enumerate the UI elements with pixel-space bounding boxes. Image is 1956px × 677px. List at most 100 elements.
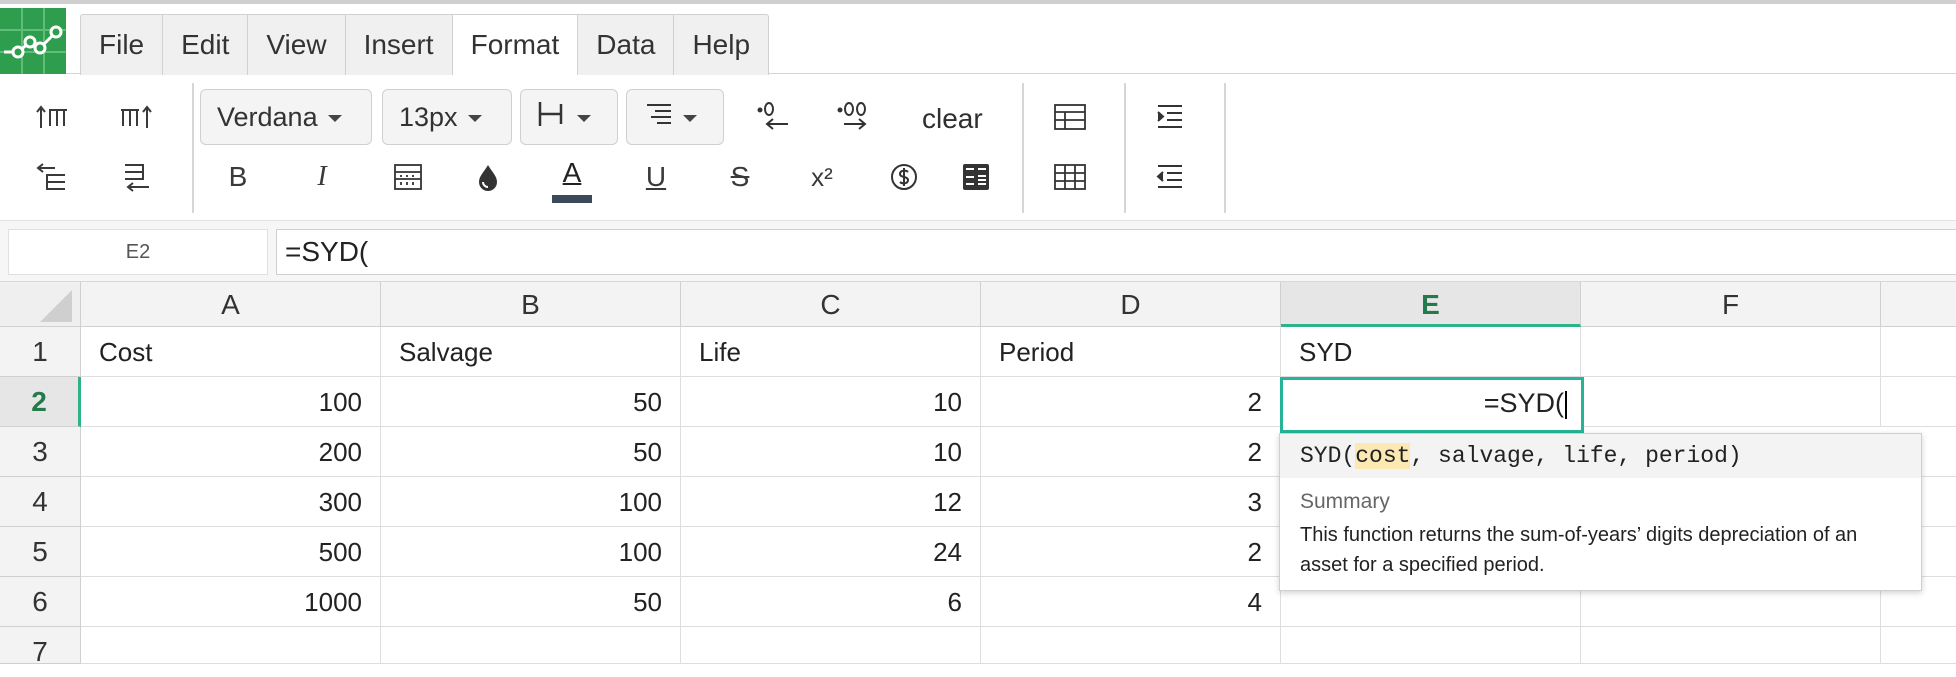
- clear-format-button[interactable]: clear: [922, 97, 983, 141]
- current-argument: cost: [1355, 443, 1411, 469]
- column-header-g[interactable]: [1881, 282, 1956, 327]
- cell-b4[interactable]: 100: [381, 477, 681, 527]
- indent-decrease-icon[interactable]: [1148, 155, 1192, 199]
- toolbar-separator: [1022, 83, 1024, 213]
- cell-d5[interactable]: 2: [981, 527, 1281, 577]
- cell-f2[interactable]: [1581, 377, 1881, 427]
- formula-bar: E2 =SYD(: [0, 220, 1956, 282]
- active-cell-editor-e2[interactable]: =SYD(: [1280, 377, 1584, 433]
- merge-cells-icon[interactable]: [1048, 155, 1092, 199]
- cell-a7[interactable]: [81, 627, 381, 664]
- cell-f1[interactable]: [1581, 327, 1881, 377]
- cell-a3[interactable]: 200: [81, 427, 381, 477]
- text-color-button[interactable]: A: [550, 155, 594, 203]
- cell-c3[interactable]: 10: [681, 427, 981, 477]
- increase-decimal-icon[interactable]: [834, 95, 878, 139]
- text-cursor: [1565, 390, 1567, 419]
- font-size-dropdown[interactable]: 13px: [382, 89, 512, 145]
- cell-c4[interactable]: 12: [681, 477, 981, 527]
- select-all-corner[interactable]: [0, 282, 81, 327]
- cell-d3[interactable]: 2: [981, 427, 1281, 477]
- cell-d6[interactable]: 4: [981, 577, 1281, 627]
- column-header-c[interactable]: C: [681, 282, 981, 327]
- cell-c2[interactable]: 10: [681, 377, 981, 427]
- superscript-button[interactable]: x²: [800, 155, 844, 199]
- insert-row-below-icon[interactable]: [114, 155, 158, 199]
- summary-text: This function returns the sum-of-years’ …: [1300, 524, 1858, 576]
- calculator-icon[interactable]: [954, 155, 998, 199]
- cell-a4[interactable]: 300: [81, 477, 381, 527]
- cell-f7[interactable]: [1581, 627, 1881, 664]
- currency-format-icon[interactable]: [882, 155, 926, 199]
- cell-d1[interactable]: Period: [981, 327, 1281, 377]
- cell-c1[interactable]: Life: [681, 327, 981, 377]
- fill-pattern-icon[interactable]: [386, 155, 430, 199]
- function-signature: SYD(cost, salvage, life, period): [1280, 434, 1921, 478]
- cell-name-box[interactable]: E2: [8, 229, 268, 275]
- decrease-decimal-icon[interactable]: [752, 95, 796, 139]
- row-header-6[interactable]: 6: [0, 577, 81, 627]
- font-family-value: Verdana: [217, 101, 318, 132]
- row-header-7[interactable]: 7: [0, 627, 81, 667]
- cell-d7[interactable]: [981, 627, 1281, 664]
- menu-help[interactable]: Help: [674, 15, 768, 77]
- cell-e7[interactable]: [1281, 627, 1581, 664]
- cell-b7[interactable]: [381, 627, 681, 664]
- column-header-d[interactable]: D: [981, 282, 1281, 327]
- cell-c7[interactable]: [681, 627, 981, 664]
- borders-dropdown[interactable]: [520, 89, 618, 145]
- align-dropdown[interactable]: [626, 89, 724, 145]
- app-logo-icon: [0, 8, 66, 74]
- menu-tabs: File Edit View Insert Format Data Help: [80, 14, 770, 78]
- column-header-f[interactable]: F: [1581, 282, 1881, 327]
- insert-row-above-icon[interactable]: [30, 155, 74, 199]
- table-icon[interactable]: [1048, 95, 1092, 139]
- indent-increase-icon[interactable]: [1148, 95, 1192, 139]
- cell-a6[interactable]: 1000: [81, 577, 381, 627]
- fill-color-icon[interactable]: [466, 155, 510, 199]
- column-header-e[interactable]: E: [1281, 282, 1581, 327]
- bold-button[interactable]: B: [216, 155, 260, 199]
- cell-b5[interactable]: 100: [381, 527, 681, 577]
- cell-a2[interactable]: 100: [81, 377, 381, 427]
- row-header-1[interactable]: 1: [0, 327, 81, 377]
- cell-b6[interactable]: 50: [381, 577, 681, 627]
- column-header-b[interactable]: B: [381, 282, 681, 327]
- cell-c6[interactable]: 6: [681, 577, 981, 627]
- menu-bar: File Edit View Insert Format Data Help: [0, 4, 1956, 78]
- toolbar-separator: [192, 83, 194, 213]
- menu-data[interactable]: Data: [578, 15, 675, 77]
- menu-view[interactable]: View: [248, 15, 346, 77]
- cell-e1[interactable]: SYD: [1281, 327, 1581, 377]
- row-header-2[interactable]: 2: [0, 377, 81, 427]
- strikethrough-button[interactable]: S: [718, 155, 762, 199]
- font-family-dropdown[interactable]: Verdana: [200, 89, 372, 145]
- cell-g1[interactable]: [1881, 327, 1956, 377]
- insert-column-left-icon[interactable]: [30, 95, 74, 139]
- cell-a5[interactable]: 500: [81, 527, 381, 577]
- cell-d2[interactable]: 2: [981, 377, 1281, 427]
- formula-input[interactable]: =SYD(: [276, 229, 1956, 275]
- menu-file[interactable]: File: [81, 15, 164, 77]
- underline-button[interactable]: U: [634, 155, 678, 199]
- cell-a1[interactable]: Cost: [81, 327, 381, 377]
- chevron-down-icon: [683, 114, 697, 122]
- row-header-3[interactable]: 3: [0, 427, 81, 477]
- font-size-value: 13px: [399, 101, 458, 132]
- cell-b2[interactable]: 50: [381, 377, 681, 427]
- menu-edit[interactable]: Edit: [163, 15, 249, 77]
- cell-g2[interactable]: [1881, 377, 1956, 427]
- row-header-5[interactable]: 5: [0, 527, 81, 577]
- cell-b1[interactable]: Salvage: [381, 327, 681, 377]
- italic-button[interactable]: I: [300, 155, 344, 199]
- column-header-a[interactable]: A: [81, 282, 381, 327]
- cell-b3[interactable]: 50: [381, 427, 681, 477]
- cell-d4[interactable]: 3: [981, 477, 1281, 527]
- menu-format[interactable]: Format: [452, 15, 579, 78]
- cell-c5[interactable]: 24: [681, 527, 981, 577]
- menu-insert[interactable]: Insert: [346, 15, 453, 77]
- cell-g7[interactable]: [1881, 627, 1956, 664]
- insert-column-right-icon[interactable]: [114, 95, 158, 139]
- function-hint-popup: SYD(cost, salvage, life, period) Summary…: [1279, 433, 1922, 591]
- row-header-4[interactable]: 4: [0, 477, 81, 527]
